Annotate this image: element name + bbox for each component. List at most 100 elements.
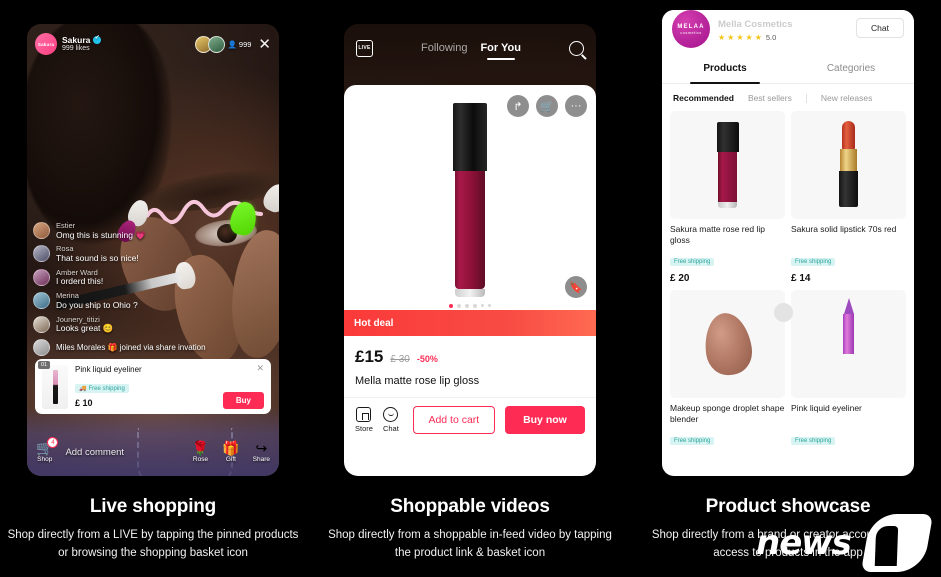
live-chat-list[interactable]: Estier Omg this is stunning 💗 Rosa That …: [33, 221, 248, 356]
carousel-dot[interactable]: [449, 304, 453, 308]
carousel-dot[interactable]: [465, 304, 469, 308]
add-to-cart-button[interactable]: Add to cart: [412, 406, 495, 434]
share-arrow-icon[interactable]: ↱: [507, 95, 529, 117]
chat-body: I orderd this!: [56, 276, 104, 287]
carousel-dot[interactable]: [457, 304, 461, 308]
store-chat-button[interactable]: Chat: [856, 18, 904, 38]
chat-label: Chat: [382, 424, 399, 433]
chat-button[interactable]: Chat: [383, 407, 399, 433]
product-name: Mella matte rose lip gloss: [355, 375, 480, 387]
carousel-dot[interactable]: [481, 304, 484, 307]
viewer-count: 👤 999: [228, 40, 252, 49]
shoppable-video-phone-panel: LIVE Following For You ↱ 🛒 ··· 🔖 Hot dea…: [344, 24, 596, 476]
store-header: MELAA cosmetics Mella Cosmetics ★ ★ ★ ★ …: [662, 10, 914, 54]
chat-message: Jounery_titizi Looks great 😊: [33, 315, 248, 334]
product-card[interactable]: Pink liquid eyeliner Free shipping: [791, 290, 906, 447]
chat-body: That sound is so nice!: [56, 253, 139, 264]
lip-gloss-bottle-icon: [453, 103, 487, 297]
pinned-index-badge: 01: [38, 361, 51, 369]
cart-icon[interactable]: 🛒: [536, 95, 558, 117]
free-shipping-badge: 🚚 Free shipping: [75, 384, 129, 393]
host-name-text: Sakura: [62, 34, 91, 45]
free-shipping-label: Free shipping: [670, 258, 715, 266]
avatar[interactable]: MELAA cosmetics: [672, 10, 710, 48]
avatar[interactable]: [33, 292, 50, 310]
product-card[interactable]: Sakura solid lipstick 70s red Free shipp…: [791, 111, 906, 284]
subtab-recommended[interactable]: Recommended: [673, 93, 734, 103]
gift-button[interactable]: 🎁 Gift: [222, 441, 239, 463]
divider: [805, 93, 807, 103]
carousel-dots: [449, 304, 491, 308]
product-image: [670, 290, 785, 398]
tab-following[interactable]: Following: [421, 42, 467, 54]
close-icon[interactable]: ✕: [256, 363, 264, 374]
tab-products[interactable]: Products: [662, 54, 788, 84]
carousel-dot[interactable]: [488, 304, 491, 307]
chat-message: Rosa That sound is so nice!: [33, 245, 248, 263]
rose-button[interactable]: 🌹 Rose: [192, 441, 209, 463]
live-shopping-phone-panel: Sakura Sakura 999 likes 👤 999 ✕: [27, 24, 279, 476]
chat-text: Rosa That sound is so nice!: [56, 245, 139, 263]
product-card[interactable]: Sakura matte rose red lip gloss Free shi…: [670, 111, 785, 284]
price-row: £15 £ 30 -50%: [344, 336, 596, 367]
share-arrow-icon: ↪: [255, 440, 268, 456]
star-icon: ★: [727, 32, 735, 42]
product-name: Sakura matte rose red lip gloss: [670, 224, 765, 245]
subtab-new-releases[interactable]: New releases: [821, 93, 873, 103]
product-image: [791, 111, 906, 219]
shop-button[interactable]: 🛒 4 Shop: [36, 437, 59, 463]
add-comment-input[interactable]: Add comment: [65, 447, 124, 458]
avatar[interactable]: [33, 245, 50, 263]
product-name: Makeup sponge droplet shape blender: [670, 403, 785, 424]
pinned-product-title: Pink liquid eyeliner: [75, 365, 142, 374]
scroll-indicator[interactable]: [774, 303, 793, 322]
product-name: Pink liquid eyeliner: [791, 403, 862, 413]
chat-body: Looks great 😊: [56, 323, 114, 334]
product-card[interactable]: Makeup sponge droplet shape blender Free…: [670, 290, 785, 447]
caption-body: Shop directly from a LIVE by tapping the…: [7, 529, 299, 559]
verified-badge-icon: [93, 35, 102, 45]
search-icon[interactable]: [568, 40, 584, 56]
product-grid: Sakura matte rose red lip gloss Free shi…: [662, 111, 914, 447]
chat-message: Amber Ward I orderd this!: [33, 268, 248, 287]
avatar[interactable]: [33, 222, 50, 240]
chat-bubble-icon: [383, 407, 399, 422]
chat-text: Amber Ward I orderd this!: [56, 268, 104, 287]
original-price: £ 30: [390, 354, 410, 365]
pinned-product-price: £ 10: [75, 398, 93, 408]
chat-join-notice: Miles Morales 🎁 joined via share invatio…: [33, 339, 248, 356]
avatar[interactable]: [33, 268, 50, 286]
caption-product-showcase: Product showcase Shop directly from a br…: [638, 496, 938, 563]
viewer-avatar[interactable]: [207, 35, 225, 53]
live-badge-icon[interactable]: LIVE: [356, 39, 373, 57]
makeup-sponge-icon: [700, 310, 755, 378]
more-options-icon[interactable]: ···: [565, 95, 587, 117]
subtab-best-sellers[interactable]: Best sellers: [748, 93, 792, 103]
avatar[interactable]: Sakura: [35, 33, 57, 55]
tab-for-you[interactable]: For You: [480, 42, 521, 60]
close-icon[interactable]: ✕: [258, 37, 271, 52]
caption-live-shopping: Live shopping Shop directly from a LIVE …: [3, 496, 303, 563]
host-info[interactable]: Sakura Sakura 999 likes: [35, 33, 102, 55]
carousel-dot[interactable]: [473, 304, 477, 308]
person-icon: 👤: [227, 39, 237, 49]
pinned-product-card[interactable]: 01 ✕ Pink liquid eyeliner 🚚 Free shippin…: [35, 359, 271, 414]
buy-button[interactable]: Buy: [222, 392, 264, 409]
avatar[interactable]: [33, 315, 50, 333]
store-button[interactable]: Store: [355, 407, 373, 433]
share-label: Share: [252, 456, 270, 463]
bottle-cap-shape: [453, 103, 487, 171]
buy-now-button[interactable]: Buy now: [504, 406, 585, 434]
pinned-product-body: ✕ Pink liquid eyeliner 🚚 Free shipping £…: [75, 363, 264, 409]
product-image-area[interactable]: ↱ 🛒 ··· 🔖: [344, 85, 596, 310]
viewer-count-value: 999: [238, 39, 252, 49]
discount-badge: -50%: [416, 354, 438, 364]
share-button[interactable]: ↪ Share: [253, 441, 270, 463]
shop-badge-count: 4: [47, 437, 59, 448]
lip-gloss-icon: [716, 122, 739, 208]
tab-categories[interactable]: Categories: [788, 54, 914, 83]
live-header-right: 👤 999 ✕: [194, 35, 271, 53]
bookmark-icon[interactable]: 🔖: [565, 276, 587, 298]
free-shipping-label: Free shipping: [791, 258, 836, 266]
free-shipping-label: Free shipping: [88, 385, 125, 392]
